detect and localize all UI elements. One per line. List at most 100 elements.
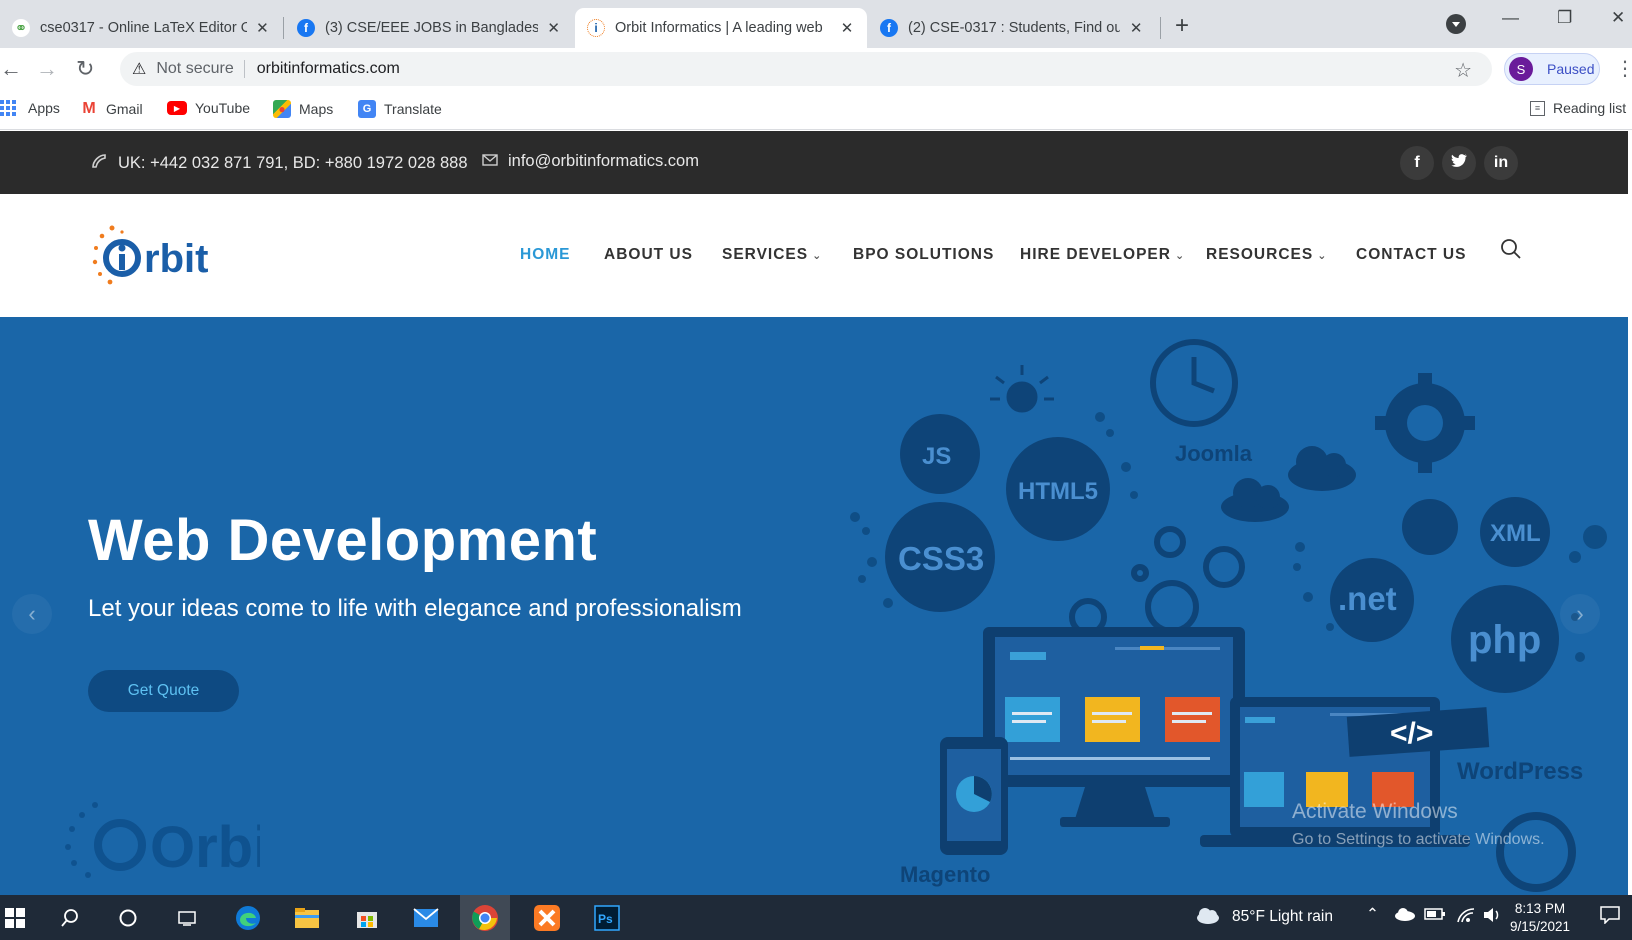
windows-taskbar: Ps 85°F Light rain ⌃ 8:13 PM 9/15/2021 xyxy=(0,895,1632,940)
weather-cloud-icon[interactable] xyxy=(1195,906,1221,931)
address-bar[interactable]: ⚠ Not secure orbitinformatics.com ☆ xyxy=(120,52,1492,86)
next-slide-button[interactable]: › xyxy=(1560,594,1600,634)
svg-text:</>: </> xyxy=(1390,717,1433,750)
twitter-social-button[interactable] xyxy=(1442,146,1476,180)
close-tab-icon[interactable]: ✕ xyxy=(1128,19,1144,37)
bookmark-youtube[interactable]: ▶ YouTube xyxy=(167,100,250,116)
site-header: rbit HOME ABOUT US SERVICES ⌄ BPO SOLUTIO… xyxy=(0,194,1628,317)
nav-label: ABOUT US xyxy=(604,246,693,263)
close-tab-icon[interactable]: ✕ xyxy=(255,19,270,37)
url-divider xyxy=(243,60,245,78)
hero-subtitle: Let your ideas come to life with eleganc… xyxy=(88,595,742,622)
bookmark-star-icon[interactable]: ☆ xyxy=(1454,58,1472,83)
bookmark-maps[interactable]: ● Maps xyxy=(273,100,333,118)
file-explorer-icon[interactable] xyxy=(292,903,322,933)
contact-phone[interactable]: UK: +442 032 871 791, BD: +880 1972 028 … xyxy=(90,152,468,175)
close-tab-icon[interactable]: ✕ xyxy=(546,19,561,37)
nav-services[interactable]: SERVICES ⌄ xyxy=(722,246,822,264)
profile-status: Paused xyxy=(1547,61,1595,77)
gear-wrench-icon xyxy=(1375,373,1475,473)
restore-icon[interactable]: ❐ xyxy=(1557,8,1572,28)
nav-label: RESOURCES xyxy=(1206,246,1314,263)
linkedin-social-button[interactable]: in xyxy=(1484,146,1518,180)
back-icon[interactable]: ← xyxy=(0,56,22,82)
battery-icon[interactable] xyxy=(1424,907,1446,926)
facebook-social-button[interactable]: f xyxy=(1400,146,1434,180)
tech-label-css3: CSS3 xyxy=(898,540,984,577)
search-icon[interactable] xyxy=(55,903,85,933)
xampp-icon[interactable] xyxy=(532,903,562,933)
tech-label-magento: Magento xyxy=(900,862,990,887)
onedrive-cloud-icon[interactable] xyxy=(1394,907,1416,926)
bookmark-label: Maps xyxy=(299,101,334,117)
microsoft-store-icon[interactable] xyxy=(352,903,382,933)
menu-kebab-icon[interactable]: ⋮ xyxy=(1615,56,1632,81)
wifi-icon[interactable] xyxy=(1456,907,1476,928)
bookmarks-bar: Apps M Gmail ▶ YouTube ● Maps G Translat… xyxy=(0,92,1632,130)
nav-home[interactable]: HOME xyxy=(520,246,571,264)
tech-label-wordpress: WordPress xyxy=(1457,758,1583,785)
windows-start-icon[interactable] xyxy=(0,903,30,933)
orbit-logo[interactable]: rbit xyxy=(92,222,232,292)
bookmark-label: Translate xyxy=(384,101,442,117)
lightbulb-icon xyxy=(990,365,1054,413)
reading-list-button[interactable]: ≡ Reading list xyxy=(1530,100,1626,116)
nav-contact-us[interactable]: CONTACT US xyxy=(1356,246,1466,264)
cortana-icon[interactable] xyxy=(113,903,143,933)
phone-icon xyxy=(90,152,108,175)
chrome-icon[interactable] xyxy=(460,895,510,940)
apps-grid-icon xyxy=(0,100,16,116)
tech-label-php: php xyxy=(1468,618,1541,662)
warning-icon[interactable]: ⚠ xyxy=(132,59,146,79)
nav-resources[interactable]: RESOURCES ⌄ xyxy=(1206,246,1327,264)
nav-label: CONTACT US xyxy=(1356,246,1467,263)
twitter-icon xyxy=(1451,153,1467,173)
search-icon[interactable] xyxy=(1500,238,1522,260)
photoshop-icon[interactable]: Ps xyxy=(592,903,622,933)
tab-cse-0317-students[interactable]: f (2) CSE-0317 : Students, Find out ✕ xyxy=(868,8,1156,48)
new-tab-button[interactable]: + xyxy=(1175,12,1189,40)
svg-text:Ps: Ps xyxy=(598,912,613,926)
profile-button[interactable]: S Paused xyxy=(1504,53,1600,85)
tab-separator xyxy=(283,17,284,39)
nav-about-us[interactable]: ABOUT US xyxy=(604,246,693,264)
nav-hire-developer[interactable]: HIRE DEVELOPER ⌄ xyxy=(1020,246,1185,264)
tab-separator xyxy=(1160,17,1161,39)
tab-orbit-informatics[interactable]: i Orbit Informatics | A leading web ✕ xyxy=(575,8,867,48)
notification-icon[interactable] xyxy=(1600,906,1620,929)
contact-email[interactable]: info@orbitinformatics.com xyxy=(482,152,699,171)
reload-icon[interactable]: ↻ xyxy=(76,56,94,82)
mail-app-icon[interactable] xyxy=(411,903,441,933)
nav-bpo-solutions[interactable]: BPO SOLUTIONS xyxy=(853,246,994,264)
taskbar-clock[interactable]: 8:13 PM 9/15/2021 xyxy=(1510,900,1570,936)
tab-overleaf[interactable]: ⚭ cse0317 - Online LaTeX Editor Ov ✕ xyxy=(0,8,282,48)
security-label[interactable]: Not secure xyxy=(156,60,233,78)
url-text[interactable]: orbitinformatics.com xyxy=(257,60,400,78)
bookmark-apps[interactable]: Apps xyxy=(0,100,60,116)
tab-title: (2) CSE-0317 : Students, Find out xyxy=(908,20,1121,36)
nav-label: SERVICES xyxy=(722,246,809,263)
forward-icon[interactable]: → xyxy=(36,56,58,82)
prev-slide-button[interactable]: ‹ xyxy=(12,594,52,634)
close-tab-icon[interactable]: ✕ xyxy=(839,19,855,37)
tab-cse-eee-jobs[interactable]: f (3) CSE/EEE JOBS in Bangladesh : ✕ xyxy=(285,8,573,48)
avatar: S xyxy=(1509,57,1533,81)
maps-icon: ● xyxy=(273,100,291,118)
volume-icon[interactable] xyxy=(1482,906,1502,929)
close-window-icon[interactable]: ✕ xyxy=(1611,8,1625,28)
bookmark-translate[interactable]: G Translate xyxy=(358,100,442,118)
svg-text:Orbit: Orbit xyxy=(150,815,260,880)
gears-icon xyxy=(1069,526,1245,636)
reading-list-icon: ≡ xyxy=(1530,100,1545,116)
weather-text[interactable]: 85°F Light rain xyxy=(1232,908,1333,926)
minimize-icon[interactable]: — xyxy=(1502,8,1519,28)
bookmark-gmail[interactable]: M Gmail xyxy=(80,100,142,118)
edge-browser-icon[interactable] xyxy=(233,903,263,933)
tab-search-icon[interactable] xyxy=(1446,14,1466,34)
chevron-up-icon[interactable]: ⌃ xyxy=(1366,905,1379,924)
get-quote-button[interactable]: Get Quote xyxy=(88,670,239,712)
task-view-icon[interactable] xyxy=(172,903,202,933)
chevron-left-icon: ‹ xyxy=(28,601,36,626)
orbit-favicon: i xyxy=(587,19,605,37)
linkedin-icon: in xyxy=(1493,154,1509,171)
